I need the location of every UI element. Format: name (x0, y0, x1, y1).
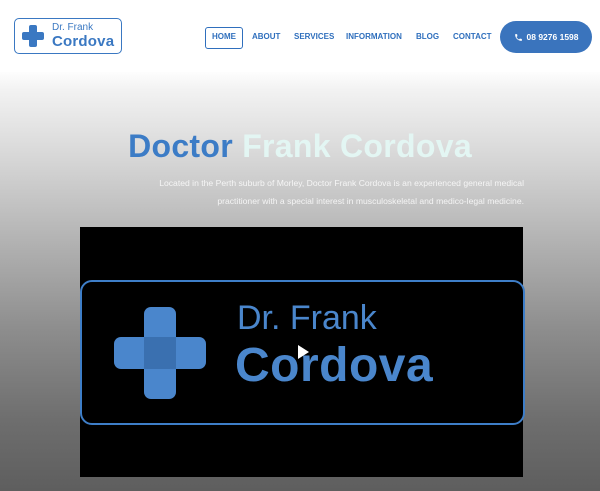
play-icon[interactable] (298, 345, 309, 359)
page-title: Doctor Frank Cordova (0, 128, 600, 165)
nav-contact[interactable]: CONTACT (453, 27, 492, 47)
video-brand-line-1: Dr. Frank (237, 299, 377, 337)
site-header: Dr. Frank Cordova HOME ABOUT SERVICES IN… (0, 0, 600, 72)
video-player[interactable]: Dr. Frank Cordova (80, 227, 525, 477)
site-logo[interactable]: Dr. Frank Cordova (14, 18, 122, 54)
video-brand-line-2: Cordova (235, 339, 434, 392)
nav-services[interactable]: SERVICES (294, 27, 334, 47)
title-part-1: Doctor (128, 128, 233, 164)
nav-home[interactable]: HOME (205, 27, 243, 49)
phone-number: 08 9276 1598 (526, 32, 579, 42)
nav-about[interactable]: ABOUT (252, 27, 280, 47)
nav-blog[interactable]: BLOG (416, 27, 439, 47)
logo-line-1: Dr. Frank (52, 22, 94, 33)
subtitle-line-2: practitioner with a special interest in … (217, 196, 524, 206)
phone-icon (514, 34, 522, 42)
logo-line-2: Cordova (52, 33, 115, 50)
nav-information[interactable]: INFORMATION (346, 27, 402, 47)
title-part-2: Frank Cordova (242, 128, 472, 164)
medical-cross-icon (114, 307, 206, 399)
subtitle-line-1: Located in the Perth suburb of Morley, D… (159, 178, 524, 188)
phone-button[interactable]: 08 9276 1598 (500, 21, 592, 53)
hero-subtitle: Located in the Perth suburb of Morley, D… (98, 174, 524, 210)
medical-cross-icon (22, 25, 44, 47)
